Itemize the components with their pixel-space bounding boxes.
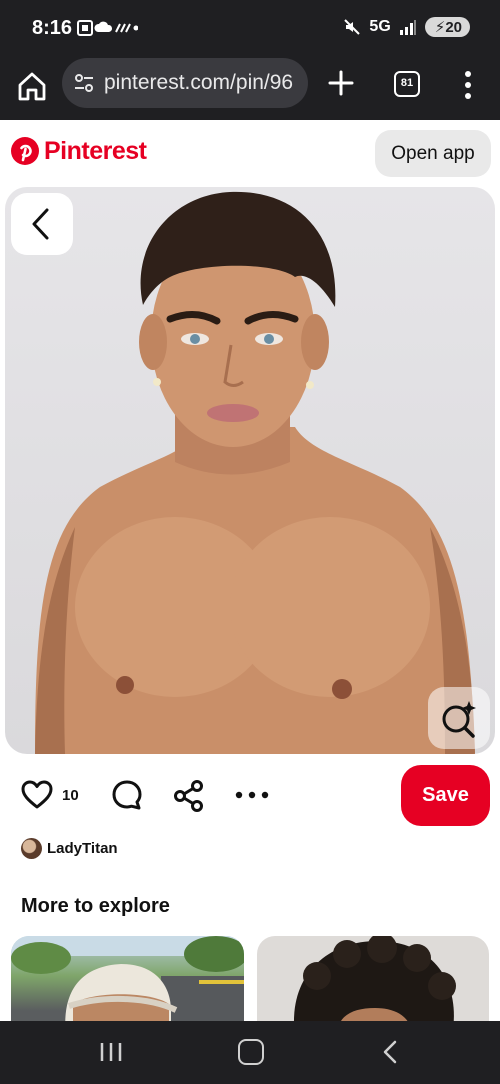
pinterest-logo[interactable]: Pinterest bbox=[10, 136, 147, 166]
section-heading: More to explore bbox=[21, 895, 170, 917]
more-horiz-icon[interactable] bbox=[234, 786, 270, 804]
home-icon[interactable] bbox=[14, 68, 50, 104]
heart-icon[interactable] bbox=[20, 779, 54, 811]
back-icon bbox=[32, 208, 49, 240]
tune-icon[interactable] bbox=[74, 73, 94, 93]
comment-icon[interactable] bbox=[110, 778, 144, 812]
mute-icon bbox=[344, 19, 361, 35]
avatar[interactable] bbox=[21, 838, 42, 859]
battery-badge: ⚡20 bbox=[424, 17, 470, 37]
recents-icon[interactable] bbox=[98, 1040, 124, 1064]
signal-icon bbox=[399, 20, 416, 35]
plus-icon[interactable] bbox=[322, 64, 360, 102]
status-right: 5G ⚡20 bbox=[343, 17, 470, 37]
battery-charging-icon: ⚡ bbox=[434, 19, 446, 36]
open-app-button[interactable]: Open app bbox=[375, 130, 491, 177]
network-label: 5G bbox=[369, 18, 391, 35]
more-vert-icon[interactable] bbox=[458, 68, 478, 102]
pin-image[interactable] bbox=[5, 187, 495, 754]
visual-search-button[interactable] bbox=[428, 687, 490, 749]
author-name[interactable]: LadyTitan bbox=[47, 840, 118, 857]
address-bar[interactable]: pinterest.com/pin/96 bbox=[62, 58, 308, 108]
notification-icons-glyphs bbox=[77, 20, 138, 36]
system-nav-bar bbox=[0, 1021, 500, 1084]
brand-name: Pinterest bbox=[44, 136, 147, 165]
notification-icons bbox=[76, 18, 138, 38]
save-button[interactable]: Save bbox=[401, 765, 490, 826]
browser-toolbar: pinterest.com/pin/96 81 bbox=[0, 58, 500, 120]
pinterest-p-icon bbox=[11, 137, 39, 165]
back-button[interactable] bbox=[11, 193, 73, 255]
visual-search-icon bbox=[442, 701, 476, 738]
status-time: 8:16 bbox=[32, 17, 73, 39]
nav-back-icon[interactable] bbox=[380, 1039, 400, 1065]
nav-home-icon[interactable] bbox=[238, 1039, 264, 1065]
tabs-button[interactable]: 81 bbox=[394, 71, 420, 97]
pin-photo bbox=[35, 191, 475, 754]
status-bar: 8:16 5G ⚡20 bbox=[0, 0, 500, 58]
url-text: pinterest.com/pin/96 bbox=[104, 71, 294, 94]
share-icon[interactable] bbox=[172, 779, 206, 813]
battery-level: 20 bbox=[445, 19, 462, 36]
like-count: 10 bbox=[62, 787, 79, 804]
